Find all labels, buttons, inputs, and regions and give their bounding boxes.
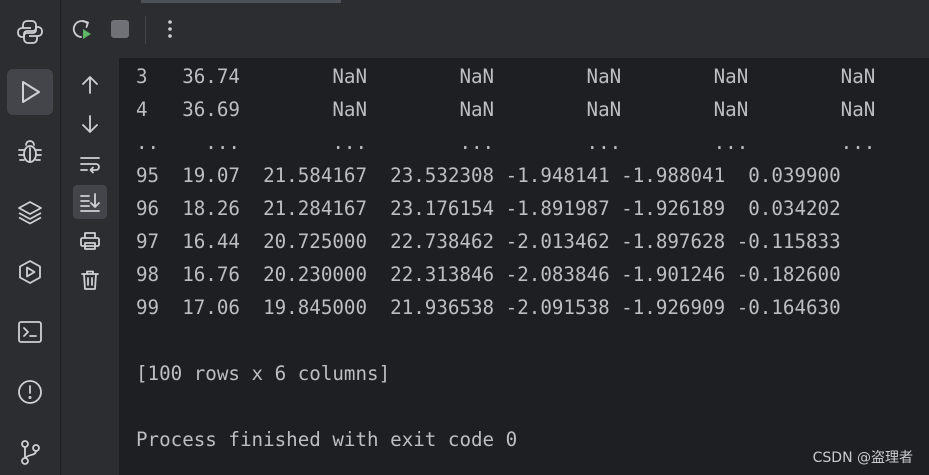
rerun-icon: [72, 20, 91, 39]
console-actions-panel: [61, 58, 119, 475]
soft-wrap-button[interactable]: [73, 147, 107, 181]
services-tool-button[interactable]: [7, 249, 53, 295]
run-toolbar: [61, 0, 929, 58]
scroll-to-end-button[interactable]: [73, 185, 107, 219]
console-line: .. ... ... ... ... ... ...: [136, 131, 876, 154]
clear-all-button[interactable]: [73, 263, 107, 297]
terminal-tool-button[interactable]: [7, 309, 53, 355]
run-tool-button[interactable]: [7, 69, 53, 115]
arrow-up-icon: [82, 76, 98, 94]
console-line: 98 16.76 20.230000 22.313846 -2.083846 -…: [136, 263, 841, 286]
console-text: 3 36.74 NaN NaN NaN NaN NaN 4 36.69 NaN N…: [136, 60, 875, 456]
console-line: 4 36.69 NaN NaN NaN NaN NaN: [136, 98, 876, 121]
stop-icon: [111, 20, 129, 38]
printer-icon: [80, 232, 100, 250]
console-output[interactable]: 3 36.74 NaN NaN NaN NaN NaN 4 36.69 NaN N…: [119, 58, 929, 475]
problems-icon: [18, 380, 42, 404]
tab-indicator: [141, 0, 341, 3]
soft-wrap-icon: [80, 157, 100, 174]
layers-icon: [18, 201, 42, 225]
more-icon: [168, 20, 172, 38]
problems-tool-button[interactable]: [7, 369, 53, 415]
layers-tool-button[interactable]: [7, 189, 53, 235]
tool-window-sidebar: [0, 0, 61, 475]
terminal-icon: [18, 321, 42, 343]
scroll-down-button[interactable]: [73, 107, 107, 141]
toolbar-separator: [145, 16, 146, 44]
scroll-to-end-icon: [80, 193, 100, 212]
watermark: CSDN @盗理者: [812, 450, 913, 466]
debug-icon: [18, 140, 42, 163]
git-icon: [21, 440, 40, 465]
rerun-button[interactable]: [67, 14, 97, 44]
console-line: 99 17.06 19.845000 21.936538 -2.091538 -…: [136, 296, 841, 319]
python-console-button[interactable]: [7, 9, 53, 55]
console-line: Process finished with exit code 0: [136, 428, 518, 451]
services-icon: [19, 260, 41, 284]
console-line: 95 19.07 21.584167 23.532308 -1.948141 -…: [136, 164, 841, 187]
console-line: 97 16.44 20.725000 22.738462 -2.013462 -…: [136, 230, 841, 253]
more-options-button[interactable]: [155, 14, 185, 44]
scroll-up-button[interactable]: [73, 68, 107, 102]
run-icon: [22, 81, 40, 103]
console-line: 96 18.26 21.284167 23.176154 -1.891987 -…: [136, 197, 841, 220]
stop-button[interactable]: [105, 14, 135, 44]
trash-icon: [81, 270, 99, 290]
git-tool-button[interactable]: [7, 429, 53, 475]
debug-tool-button[interactable]: [7, 129, 53, 175]
python-icon: [17, 20, 43, 44]
print-button[interactable]: [73, 224, 107, 258]
arrow-down-icon: [82, 115, 98, 133]
console-line: 3 36.74 NaN NaN NaN NaN NaN: [136, 65, 876, 88]
console-line: [100 rows x 6 columns]: [136, 362, 391, 385]
